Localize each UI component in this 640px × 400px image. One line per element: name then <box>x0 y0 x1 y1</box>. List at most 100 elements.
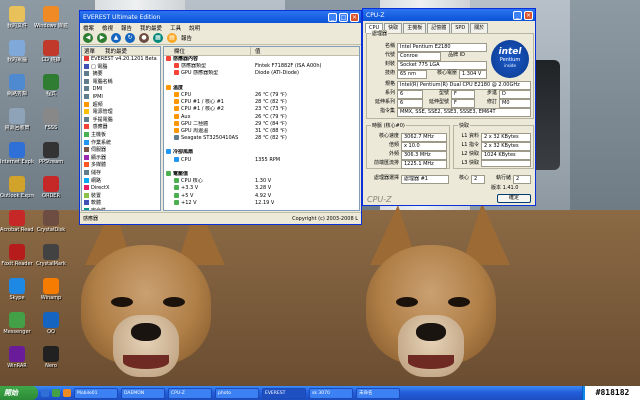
table-row[interactable]: GPU 二極體 29 ℃ (84 ℉) <box>164 120 359 128</box>
tree-item[interactable]: 軟體 <box>82 200 160 208</box>
desktop-icon[interactable]: Outlook Express <box>0 176 34 199</box>
tab-5[interactable]: 關於 <box>470 23 489 33</box>
back-icon[interactable]: ◀ <box>83 33 93 43</box>
table-row[interactable] <box>164 164 359 171</box>
desktop-icon[interactable]: CD 燒錄 <box>34 40 68 63</box>
table-row[interactable]: CPU 核心 1.30 V <box>164 178 359 185</box>
desktop-icon[interactable]: Acrobat Reader <box>0 210 34 233</box>
tree-item[interactable]: 電源管理 <box>82 109 160 117</box>
tree-item[interactable]: 電腦名稱 <box>82 78 160 87</box>
section-row[interactable]: 冷卻風扇 <box>164 149 359 156</box>
tree-item[interactable]: 儲存 <box>82 169 160 178</box>
up-icon[interactable]: ▲ <box>111 33 121 43</box>
desktop-icon[interactable]: QQ <box>34 312 68 335</box>
tree-item[interactable]: 多媒體 <box>82 162 160 170</box>
tree-item[interactable]: 伺服器 <box>82 147 160 155</box>
tree-item[interactable]: 作業系統 <box>82 139 160 148</box>
taskbar-button[interactable]: sk 3070 <box>309 387 353 399</box>
ie-icon[interactable] <box>41 389 49 397</box>
table-row[interactable]: +3.3 V 3.28 V <box>164 185 359 192</box>
report-icon[interactable]: ▤ <box>167 33 177 43</box>
tree-item[interactable]: EVEREST v4.20.1201 Beta <box>82 56 160 64</box>
menu-item[interactable]: 說明 <box>189 24 200 32</box>
table-row[interactable] <box>164 78 359 85</box>
forward-icon[interactable]: ▶ <box>97 33 107 43</box>
tree-item[interactable]: IPMI <box>82 93 160 102</box>
tree-item[interactable]: 主機板 <box>82 131 160 140</box>
desktop-icon[interactable]: Windows 媒體 <box>34 6 68 29</box>
user-icon[interactable]: ● <box>139 33 149 43</box>
column-header-value[interactable]: 值 <box>251 47 261 55</box>
tab-favorites[interactable]: 我的最愛 <box>105 47 127 55</box>
cpuz-title-bar[interactable]: CPU-Z _ × <box>363 9 535 21</box>
table-row[interactable]: GPU 周邊溫 31 ℃ (88 ℉) <box>164 127 359 135</box>
ok-button[interactable]: 確定 <box>497 194 531 203</box>
desktop-icon[interactable]: 我的文件 <box>0 6 34 29</box>
desktop-icon[interactable]: WinRAR <box>0 346 34 369</box>
desktop-icon[interactable]: Internet Explorer <box>0 142 34 165</box>
desktop-icon[interactable]: Foxit Reader <box>0 244 34 267</box>
close-icon[interactable]: × <box>350 12 359 22</box>
desktop-icon[interactable]: 我的電腦 <box>0 40 34 63</box>
desktop-icon[interactable]: Nero <box>34 346 68 369</box>
section-row[interactable]: 感應器內容 <box>164 56 359 63</box>
media-player-icon[interactable] <box>63 389 71 397</box>
tab-3[interactable]: 記憶體 <box>427 23 451 33</box>
desktop-icon[interactable]: PPStream <box>34 142 68 165</box>
chart-icon[interactable]: ▦ <box>153 33 163 43</box>
desktop-icon[interactable]: ORDER <box>34 176 68 199</box>
menu-item[interactable]: 報告 <box>121 24 132 32</box>
table-row[interactable] <box>164 142 359 149</box>
desktop-icon[interactable]: 資源回收筒 <box>0 108 34 131</box>
table-row[interactable]: CPU 26 ℃ (79 ℉) <box>164 91 359 99</box>
tree-item[interactable]: 摘要 <box>82 71 160 79</box>
desktop-icon[interactable]: CrystalMark <box>34 244 68 267</box>
tree-item[interactable]: DirectX <box>82 185 160 193</box>
tree-item[interactable]: 網路 <box>82 177 160 186</box>
taskbar-button[interactable]: Mobile01 <box>74 387 118 399</box>
desktop-icon[interactable]: Messenger <box>0 312 34 335</box>
table-row[interactable]: CPU 1355 RPM <box>164 156 359 164</box>
section-row[interactable]: 電壓值 <box>164 171 359 178</box>
menu-item[interactable]: 我的最愛 <box>140 24 162 32</box>
table-row[interactable]: GPU 感應器類型 Diode (ATI-Diode) <box>164 70 359 77</box>
everest-window[interactable]: EVEREST Ultimate Edition _ □ × 檔案 檢視 報告 我的最… <box>79 10 362 225</box>
column-header-field[interactable]: 欄位 <box>164 47 251 55</box>
taskbar-button[interactable]: photo <box>215 387 259 399</box>
messenger-icon[interactable] <box>52 389 60 397</box>
desktop-icon[interactable]: FSSS <box>34 108 68 131</box>
tab-2[interactable]: 主機板 <box>403 23 427 33</box>
taskbar-button[interactable]: EVEREST <box>262 387 306 399</box>
taskbar-button[interactable]: CPU-Z <box>168 387 212 399</box>
table-row[interactable]: +12 V 12.19 V <box>164 199 359 207</box>
minimize-icon[interactable]: _ <box>328 12 337 22</box>
close-icon[interactable]: × <box>524 10 533 20</box>
taskbar-button[interactable]: DAEMON <box>121 387 165 399</box>
tree-item[interactable]: 感應器 <box>82 124 160 132</box>
tab-4[interactable]: SPD <box>451 23 470 33</box>
menu-item[interactable]: 檔案 <box>83 24 94 32</box>
table-row[interactable]: CPU #1 / 核心 #2 23 ℃ (73 ℉) <box>164 106 359 113</box>
section-row[interactable]: 溫度 <box>164 84 359 92</box>
table-row[interactable]: CPU #1 / 核心 #1 28 ℃ (82 ℉) <box>164 99 359 106</box>
maximize-icon[interactable]: □ <box>339 12 348 22</box>
minimize-icon[interactable]: _ <box>513 10 522 20</box>
taskbar-button[interactable]: 未命名 <box>356 387 400 399</box>
desktop-icon[interactable]: Winamp <box>34 278 68 301</box>
menu-item[interactable]: 檢視 <box>102 24 113 32</box>
processor-select[interactable]: 處理器 #1 <box>401 175 449 184</box>
start-button[interactable]: 開始 <box>0 386 38 400</box>
tree-item[interactable]: DMI <box>82 86 160 94</box>
desktop-icon[interactable]: 程式 <box>34 74 68 97</box>
cpuz-window[interactable]: CPU-Z _ × CPU 快取 主機板 記憶體 SPD 關於 處理器 名稱 Intel … <box>362 8 536 206</box>
everest-title-bar[interactable]: EVEREST Ultimate Edition _ □ × <box>80 11 361 23</box>
tab-menu[interactable]: 選單 <box>84 47 95 55</box>
refresh-icon[interactable]: ↻ <box>125 33 135 43</box>
desktop-icon[interactable]: Skype <box>0 278 34 301</box>
menu-item[interactable]: 工具 <box>170 24 181 32</box>
table-row[interactable]: 感應器類型 Fintek F71882F (ISA A00h) <box>164 63 359 70</box>
table-row[interactable]: +5 V 4.92 V <box>164 192 359 200</box>
table-row[interactable]: Aux 26 ℃ (79 ℉) <box>164 113 359 121</box>
report-button[interactable]: 報告 <box>181 34 192 42</box>
desktop-icon[interactable]: CrystalDisk <box>34 210 68 233</box>
